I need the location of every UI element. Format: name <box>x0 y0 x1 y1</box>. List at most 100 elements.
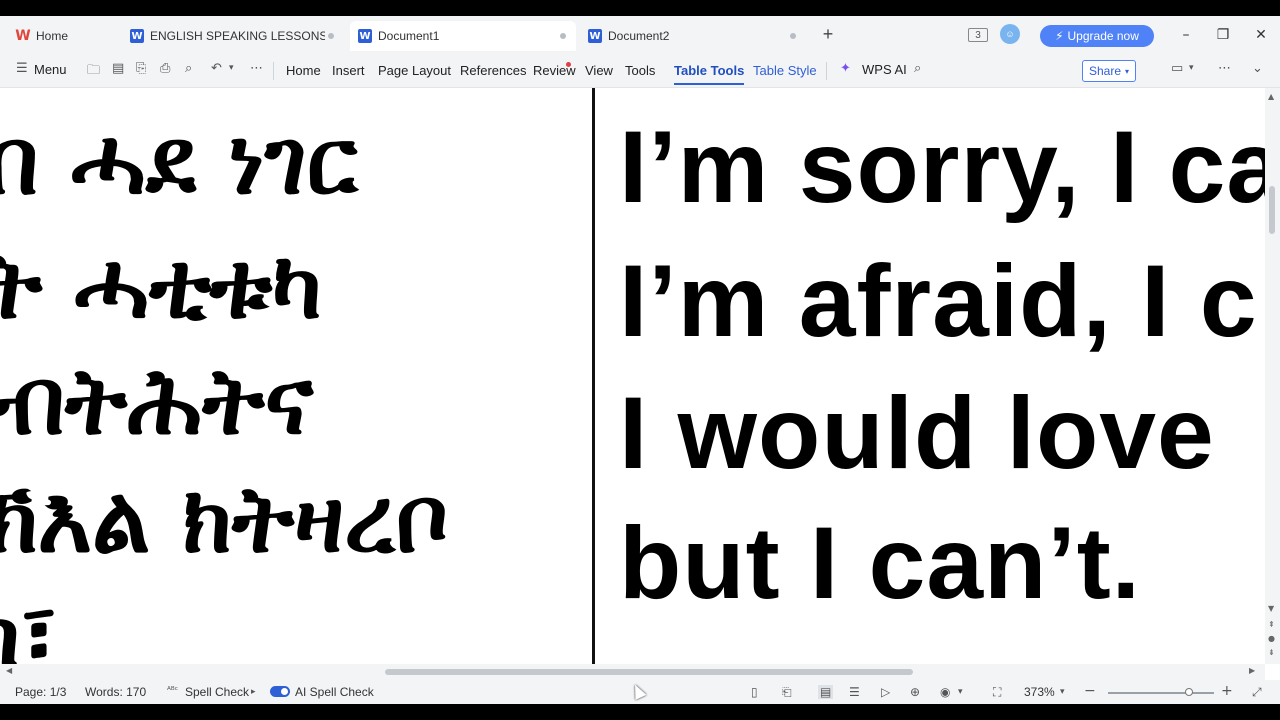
share-button[interactable]: Share ▾ <box>1082 60 1136 82</box>
tab-label: Document1 <box>378 29 440 43</box>
close-window-icon[interactable]: ✕ <box>1252 26 1270 44</box>
collapse-ribbon-icon[interactable]: ⌄ <box>1252 61 1263 76</box>
print-preview-icon[interactable]: ⌕ <box>185 61 192 76</box>
more-options-icon[interactable]: ⋯ <box>1218 61 1231 76</box>
tab-document2[interactable]: W Document2 <box>580 21 806 51</box>
menu-table-style[interactable]: Table Style <box>753 63 817 78</box>
tab-english-speaking-lessons[interactable]: W ENGLISH SPEAKING LESSONS.docx <box>122 21 344 51</box>
vertical-scrollbar[interactable]: ▲ ▼ ⇞ ● ⇟ <box>1265 88 1280 664</box>
eye-protection-icon[interactable]: ◉ <box>940 685 950 699</box>
page-indicator[interactable]: Page: 1/3 <box>15 685 66 699</box>
upgrade-now-button[interactable]: ⚡ Upgrade now <box>1040 25 1154 47</box>
amharic-line-3: ብትሕትና <box>0 348 314 455</box>
amharic-line-5: ስ፣ <box>0 580 58 665</box>
wps-ai-sparkle-icon[interactable]: ✦ <box>840 61 851 76</box>
tab-close-dot-icon[interactable] <box>328 33 334 39</box>
more-icon[interactable]: ⋯ <box>250 61 263 76</box>
tab-close-dot-icon[interactable] <box>560 33 566 39</box>
vertical-scroll-thumb[interactable] <box>1269 186 1275 234</box>
print-icon[interactable]: ⎙ <box>160 61 170 76</box>
restore-icon[interactable]: ❐ <box>1214 26 1232 44</box>
open-folder-icon[interactable]: 🗀 <box>87 61 100 83</box>
table-cell-right[interactable]: I’m sorry, I ca I’m afraid, I c I would … <box>595 88 1265 664</box>
minimize-icon[interactable]: – <box>1177 26 1195 44</box>
outline-view-icon[interactable]: ☰ <box>849 685 860 699</box>
select-browse-icon[interactable]: ● <box>1268 634 1275 643</box>
tab-close-dot-icon[interactable] <box>790 33 796 39</box>
share-label: Share <box>1088 64 1121 78</box>
menu-references[interactable]: References <box>460 63 526 78</box>
spell-check-icon: ᴬᴮᶜ <box>167 686 179 696</box>
zoom-dropdown-icon[interactable]: ▾ <box>1060 687 1065 697</box>
play-icon[interactable]: ▷ <box>881 685 890 699</box>
spell-check-button[interactable]: Spell Check <box>185 685 249 699</box>
print-layout-icon[interactable]: ▤ <box>818 685 834 699</box>
amharic-line-4: ኽእል ክትዛረቦ <box>0 466 449 573</box>
amharic-line-1: በ ሓደ ነገር <box>0 108 358 215</box>
undo-icon[interactable]: ↶ <box>211 61 222 76</box>
export-icon[interactable]: ⎘ <box>136 61 146 76</box>
english-line-1: I’m sorry, I ca <box>619 110 1265 224</box>
search-icon[interactable]: ⌕ <box>914 61 921 76</box>
page-mode-icon[interactable]: ⎗ <box>782 685 792 700</box>
menu-home[interactable]: Home <box>286 63 321 78</box>
menu-separator <box>273 62 274 80</box>
english-line-4: but I can’t. <box>619 506 1141 620</box>
english-line-2: I’m afraid, I c <box>619 244 1258 358</box>
fullscreen-icon[interactable]: ⤢ <box>1252 685 1262 700</box>
menu-separator <box>826 62 827 80</box>
tab-bar: W Home W ENGLISH SPEAKING LESSONS.docx W… <box>0 16 1280 54</box>
web-layout-icon[interactable]: ⊕ <box>910 685 920 699</box>
document-canvas[interactable]: በ ሓደ ነገር ት ሓቲቱካ ብትሕትና ኽእል ክትዛረቦ ስ፣ I’m s… <box>0 88 1265 664</box>
new-tab-plus-icon[interactable]: + <box>820 25 836 43</box>
horizontal-scroll-thumb[interactable] <box>385 669 913 675</box>
chevron-right-icon[interactable]: ▸ <box>251 687 256 697</box>
word-doc-icon: W <box>130 29 144 43</box>
menu-page-layout[interactable]: Page Layout <box>378 63 451 78</box>
save-icon[interactable]: ▤ <box>112 61 124 76</box>
word-doc-icon: W <box>588 29 602 43</box>
ai-spell-check-label: AI Spell Check <box>295 685 374 699</box>
zoom-level[interactable]: 373% <box>1024 685 1055 699</box>
zoom-out-icon[interactable]: − <box>1084 683 1096 699</box>
tab-home[interactable]: W Home <box>8 21 116 51</box>
reading-mode-icon[interactable]: ▯ <box>751 685 758 699</box>
tab-document1[interactable]: W Document1 <box>350 21 576 51</box>
zoom-slider-knob[interactable] <box>1185 688 1193 696</box>
comment-dropdown-icon[interactable]: ▾ <box>1189 63 1194 73</box>
eye-dropdown-icon[interactable]: ▾ <box>958 687 963 697</box>
menu-button[interactable]: Menu <box>34 62 67 77</box>
upgrade-label: Upgrade now <box>1067 29 1139 43</box>
window-count-icon[interactable]: 3 <box>968 28 988 42</box>
english-line-3: I would love <box>619 376 1215 490</box>
fit-page-icon[interactable]: ⛶ <box>993 685 1001 700</box>
wps-ai-button[interactable]: WPS AI <box>862 62 907 77</box>
word-count[interactable]: Words: 170 <box>85 685 146 699</box>
table-cell-left[interactable]: በ ሓደ ነገር ት ሓቲቱካ ብትሕትና ኽእል ክትዛረቦ ስ፣ <box>0 88 592 665</box>
word-doc-icon: W <box>358 29 372 43</box>
window-count-badge: 3 <box>975 29 981 41</box>
scroll-left-icon[interactable]: ◀ <box>6 666 12 675</box>
lightning-icon: ⚡ <box>1055 29 1064 43</box>
scroll-right-icon[interactable]: ▶ <box>1249 666 1255 675</box>
menu-tools[interactable]: Tools <box>625 63 655 78</box>
horizontal-scrollbar[interactable]: ◀ ▶ <box>0 664 1265 680</box>
amharic-line-2: ት ሓቲቱካ <box>0 232 323 339</box>
menu-table-tools[interactable]: Table Tools <box>674 63 745 85</box>
ai-spell-check-toggle[interactable] <box>270 686 290 697</box>
zoom-slider-track[interactable] <box>1108 692 1214 694</box>
account-avatar-icon[interactable]: ☺ <box>1000 24 1020 44</box>
comment-icon[interactable]: ▭ <box>1171 61 1183 76</box>
prev-page-icon[interactable]: ⇞ <box>1268 620 1275 629</box>
menu-view[interactable]: View <box>585 63 613 78</box>
wps-logo-icon: W <box>15 28 31 44</box>
tab-label: ENGLISH SPEAKING LESSONS.docx <box>150 29 325 43</box>
hamburger-icon[interactable]: ☰ <box>16 61 28 76</box>
wps-writer-window: W Home W ENGLISH SPEAKING LESSONS.docx W… <box>0 16 1280 704</box>
scroll-up-icon[interactable]: ▲ <box>1268 92 1274 101</box>
zoom-in-icon[interactable]: + <box>1221 683 1233 699</box>
scroll-down-icon[interactable]: ▼ <box>1268 604 1274 613</box>
next-page-icon[interactable]: ⇟ <box>1268 648 1275 657</box>
undo-dropdown-icon[interactable]: ▾ <box>229 63 234 73</box>
menu-insert[interactable]: Insert <box>332 63 365 78</box>
